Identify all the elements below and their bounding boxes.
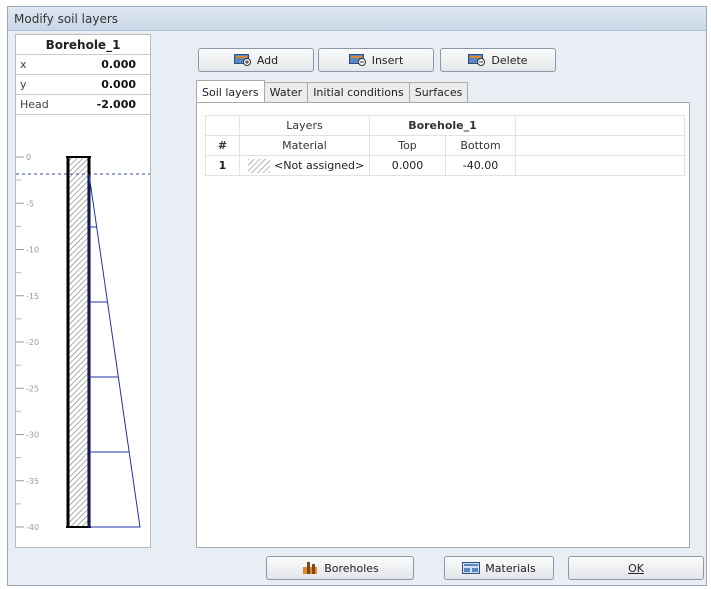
ok-button-label: OK	[628, 561, 644, 575]
tab-soil-layers[interactable]: Soil layers	[196, 80, 265, 102]
boreholes-icon	[301, 562, 319, 574]
delete-button-label: Delete	[491, 53, 528, 67]
depth-label: -35	[26, 477, 39, 486]
title-bar: Modify soil layers	[8, 7, 706, 31]
soil-column	[68, 157, 89, 527]
tab-initial-conditions[interactable]: Initial conditions	[307, 82, 410, 102]
materials-button[interactable]: Materials	[444, 556, 554, 580]
borehole-profile-chart[interactable]: 0 -5 -10 -15 -20 -25 -30 -35 -40	[16, 117, 150, 547]
ok-button[interactable]: OK	[568, 556, 704, 580]
borehole-group-header: Borehole_1	[369, 115, 516, 136]
col-top-header: Top	[369, 135, 446, 156]
add-button[interactable]: Add	[198, 48, 314, 72]
delete-button[interactable]: Delete	[440, 48, 556, 72]
depth-label: -25	[26, 384, 39, 393]
table-column-header-row: # Material Top Bottom	[205, 135, 685, 156]
boreholes-button-label: Boreholes	[324, 561, 379, 575]
row-material[interactable]: <Not assigned>	[239, 155, 370, 176]
soil-layers-table: Layers Borehole_1 # Material Top Bottom …	[205, 115, 685, 176]
table-row[interactable]: 1 <Not assigned> 0.000 -40.00	[205, 155, 685, 176]
tab-strip: Soil layers Water Initial conditions Sur…	[196, 80, 469, 102]
material-hatch-icon	[248, 158, 270, 173]
depth-label: -20	[26, 338, 39, 347]
x-label: x	[20, 58, 27, 71]
depth-label: -5	[26, 199, 34, 208]
add-layer-icon	[233, 54, 252, 66]
head-value[interactable]: -2.000	[97, 98, 136, 111]
materials-icon	[462, 562, 481, 574]
row-top[interactable]: 0.000	[369, 155, 446, 176]
y-value[interactable]: 0.000	[101, 78, 136, 91]
depth-label: -40	[26, 523, 39, 532]
col-num-header: #	[205, 135, 240, 156]
borehole-x-row: x 0.000	[16, 55, 150, 75]
y-label: y	[20, 78, 27, 91]
col-material-header: Material	[239, 135, 370, 156]
delete-layer-icon	[468, 54, 486, 66]
insert-button[interactable]: Insert	[318, 48, 434, 72]
tab-surfaces[interactable]: Surfaces	[408, 82, 469, 102]
borehole-panel: Borehole_1 x 0.000 y 0.000 Head -2.000 0…	[15, 34, 151, 548]
window-title: Modify soil layers	[14, 12, 119, 26]
boreholes-button[interactable]: Boreholes	[266, 556, 414, 580]
table-group-header-row: Layers Borehole_1	[205, 115, 685, 136]
pore-pressure-diagram	[88, 173, 141, 528]
depth-label: -15	[26, 292, 39, 301]
x-value[interactable]: 0.000	[101, 58, 136, 71]
materials-button-label: Materials	[485, 561, 536, 575]
depth-label: 0	[26, 153, 31, 162]
row-material-text: <Not assigned>	[274, 158, 365, 172]
tab-water[interactable]: Water	[263, 82, 309, 102]
depth-label: -30	[26, 431, 39, 440]
borehole-y-row: y 0.000	[16, 75, 150, 95]
soil-layers-panel: Layers Borehole_1 # Material Top Bottom …	[196, 102, 690, 548]
depth-ticks: 0 -5 -10 -15 -20 -25 -30 -35 -40	[16, 153, 39, 532]
head-label: Head	[20, 98, 49, 111]
layers-group-header: Layers	[239, 115, 370, 136]
row-num: 1	[205, 155, 240, 176]
insert-button-label: Insert	[371, 53, 404, 67]
borehole-name: Borehole_1	[16, 35, 150, 55]
insert-layer-icon	[348, 54, 367, 66]
row-bottom[interactable]: -40.00	[445, 155, 516, 176]
col-bottom-header: Bottom	[445, 135, 516, 156]
add-button-label: Add	[256, 53, 279, 67]
depth-label: -10	[26, 246, 39, 255]
borehole-head-row: Head -2.000	[16, 95, 150, 115]
